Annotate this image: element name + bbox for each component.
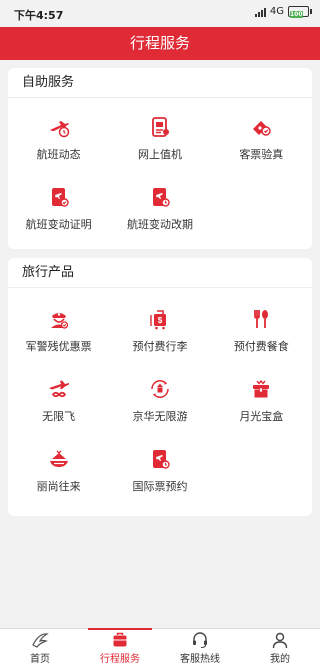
tab-label: 我的 — [270, 653, 290, 665]
service-label: 客票验真 — [239, 147, 284, 161]
battery-icon: 100 — [288, 6, 312, 18]
product-lishang-wanglai[interactable]: 丽尚往来 — [8, 435, 109, 505]
unlimited-flight-icon — [47, 377, 71, 401]
product-label: 军警残优惠票 — [25, 339, 92, 353]
flight-reschedule-icon — [148, 185, 172, 209]
tab-mine-wrap: 我的 — [240, 629, 320, 666]
service-ticket-verify[interactable]: 客票验真 — [211, 103, 312, 173]
service-flight-status[interactable]: 航班动态 — [8, 103, 109, 173]
self-service-card: 自助服务 航班动态 网上值机 客票验真 航班变动证明 航班变动改期 — [8, 68, 312, 249]
product-international-ticket[interactable]: 国际票预约 — [109, 435, 210, 505]
status-time: 下午4:57 — [14, 9, 64, 22]
service-label: 航班变动证明 — [25, 217, 92, 231]
luggage-icon: $ — [148, 307, 172, 331]
product-label: 无限飞 — [42, 409, 76, 423]
briefcase-icon — [111, 631, 129, 649]
product-label: 预付费餐食 — [233, 339, 289, 353]
tab-trip-service[interactable]: 行程服务 — [80, 629, 160, 666]
status-bar: 下午4:57 4G 100 — [0, 0, 320, 27]
product-military-police-ticket[interactable]: 军警残优惠票 — [8, 295, 109, 365]
service-label: 航班动态 — [36, 147, 81, 161]
military-police-icon — [47, 307, 71, 331]
page-title: 行程服务 — [0, 27, 320, 60]
self-service-grid: 航班动态 网上值机 客票验真 航班变动证明 航班变动改期 — [8, 98, 312, 243]
product-prepaid-luggage[interactable]: $ 预付费行李 — [109, 295, 210, 365]
tab-customer-hotline[interactable]: 客服热线 — [160, 629, 240, 666]
travel-landmark-icon — [148, 377, 172, 401]
service-online-checkin[interactable]: 网上值机 — [109, 103, 210, 173]
network-type: 4G — [269, 6, 284, 17]
meal-icon — [249, 307, 273, 331]
tab-home-wrap: 首页 — [0, 629, 80, 666]
product-label: 预付费行李 — [132, 339, 188, 353]
svg-text:$: $ — [158, 316, 163, 325]
service-label: 网上值机 — [137, 147, 182, 161]
service-flight-reschedule[interactable]: 航班变动改期 — [109, 173, 210, 243]
bottom-tab-bar: 首页 行程服务 客服热线 我的 — [0, 628, 320, 666]
ticket-verify-icon — [249, 115, 273, 139]
boarding-pass-icon — [148, 115, 172, 139]
signal-icon — [254, 7, 266, 17]
lishang-icon — [47, 447, 71, 471]
international-ticket-icon — [148, 447, 172, 471]
self-service-title: 自助服务 — [8, 68, 312, 98]
product-label: 月光宝盒 — [239, 409, 284, 423]
travel-products-grid: 军警残优惠票 $ 预付费行李 预付费餐食 无限飞 京华无限游 月光宝盒 丽尚往来… — [8, 288, 312, 505]
service-flight-change-certificate[interactable]: 航班变动证明 — [8, 173, 109, 243]
tab-mine[interactable]: 我的 — [240, 629, 320, 666]
travel-products-card: 旅行产品 军警残优惠票 $ 预付费行李 预付费餐食 无限飞 京华无限游 月光宝盒… — [8, 258, 312, 516]
product-label: 国际票预约 — [132, 479, 188, 493]
product-label: 丽尚往来 — [36, 479, 81, 493]
product-label: 京华无限游 — [132, 409, 188, 423]
tab-label: 客服热线 — [180, 653, 220, 665]
headset-icon — [191, 631, 209, 649]
user-icon — [271, 631, 289, 649]
product-unlimited-flight[interactable]: 无限飞 — [8, 365, 109, 435]
product-moonlight-treasure-box[interactable]: 月光宝盒 — [211, 365, 312, 435]
tab-label: 行程服务 — [100, 653, 140, 665]
tab-label: 首页 — [30, 653, 50, 665]
status-indicators: 4G 100 — [254, 6, 312, 18]
product-jinghua-unlimited-tour[interactable]: 京华无限游 — [109, 365, 210, 435]
flight-change-certificate-icon — [47, 185, 71, 209]
tab-hotline-wrap: 客服热线 — [160, 629, 240, 666]
treasure-box-icon — [249, 377, 273, 401]
product-prepaid-meal[interactable]: 预付费餐食 — [211, 295, 312, 365]
service-label: 航班变动改期 — [126, 217, 193, 231]
flight-clock-icon — [47, 115, 71, 139]
home-icon — [31, 631, 49, 649]
tab-home[interactable]: 首页 — [0, 629, 80, 666]
battery-level: 100 — [290, 11, 303, 18]
travel-products-title: 旅行产品 — [8, 258, 312, 288]
tab-trip-service-wrap: 行程服务 — [80, 628, 160, 666]
